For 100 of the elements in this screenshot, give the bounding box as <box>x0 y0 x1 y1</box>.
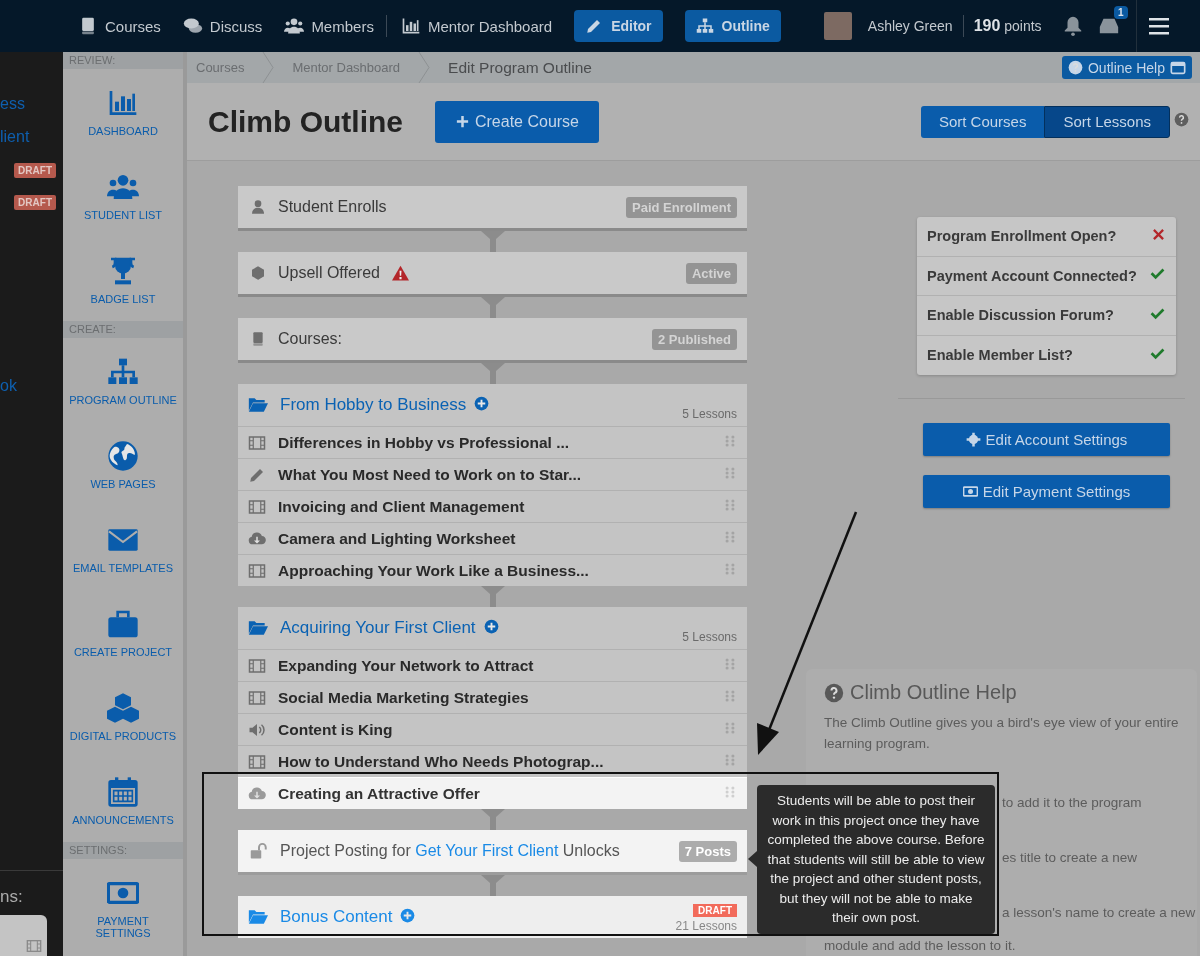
cube-icon <box>250 265 266 281</box>
banknote-icon <box>962 484 978 499</box>
film-icon <box>248 561 266 580</box>
lesson-count: 21 Lessons <box>675 919 737 933</box>
step-title: Upsell Offered <box>278 264 380 282</box>
help-text: module and add the lesson to it. <box>824 937 1017 955</box>
step-title: Project Posting for Get Your First Client Unlocks <box>280 842 620 860</box>
sort-button[interactable]: Sort Lessons <box>1044 105 1170 138</box>
sidebar-item[interactable]: ANNOUNCEMENTS <box>63 758 183 842</box>
draft-badge: DRAFT <box>14 163 56 178</box>
section-label: ns: <box>0 887 24 907</box>
user-name[interactable]: Ashley Green <box>867 18 953 34</box>
checklist-label: Enable Member List? <box>927 347 1073 364</box>
cubes-icon <box>107 692 139 724</box>
lesson-row[interactable]: Creating an Attractive Offer <box>238 777 747 809</box>
drag-handle-icon[interactable] <box>723 497 737 512</box>
course-link[interactable]: ess <box>0 94 63 114</box>
sitemap-icon <box>695 17 714 35</box>
status-badge: Active <box>685 262 737 284</box>
help-title: Climb Outline Help <box>850 681 1017 704</box>
lesson-title: Invoicing and Client Management <box>278 497 525 516</box>
lesson-count: 5 Lessons <box>682 630 737 644</box>
sidebar-item[interactable]: DASHBOARD <box>63 69 183 153</box>
nav-link[interactable]: Members <box>284 16 374 36</box>
page-title: Climb Outline <box>208 104 403 139</box>
help-text: to add it to the program <box>1002 794 1142 812</box>
course-title[interactable]: Bonus Content <box>280 907 393 927</box>
course-link[interactable]: lient <box>0 127 63 147</box>
drag-handle-icon[interactable] <box>723 561 737 576</box>
film-icon <box>248 497 266 516</box>
lesson-title: Content is King <box>278 720 393 739</box>
mode-button[interactable]: Outline <box>684 10 781 42</box>
draft-badge: DRAFT <box>693 904 737 917</box>
drag-handle-icon[interactable] <box>723 465 737 480</box>
drag-handle-icon[interactable] <box>723 688 737 703</box>
calendar-icon <box>107 776 139 808</box>
help-text: a lesson's name to create a new <box>1002 904 1196 922</box>
chevron-icon <box>262 52 275 83</box>
plus-icon <box>454 114 470 129</box>
settings-button[interactable]: Edit Payment Settings <box>923 475 1170 508</box>
folder-icon <box>248 618 268 638</box>
lesson-title: Expanding Your Network to Attract <box>278 656 534 675</box>
bar-chart-icon <box>400 16 421 36</box>
plus-circle-icon[interactable] <box>474 395 490 411</box>
sidebar-item[interactable]: WEB PAGES <box>63 422 183 506</box>
step-title: Courses: <box>278 330 343 348</box>
checklist-label: Enable Discussion Forum? <box>927 307 1114 324</box>
sidebar-item[interactable]: PROGRAM OUTLINE <box>63 338 183 422</box>
sidebar-item[interactable]: CREATE PROJECT <box>63 590 183 674</box>
folder-icon <box>248 395 268 415</box>
course-link[interactable]: Get Your First Client <box>415 842 559 859</box>
posts-badge: 7 Posts <box>678 840 737 862</box>
help-icon[interactable] <box>1174 112 1189 127</box>
gear-icon <box>965 432 981 447</box>
course-link[interactable]: ok <box>0 376 63 396</box>
sidebar-item[interactable]: EMAIL TEMPLATES <box>63 506 183 590</box>
unlock-icon <box>250 842 268 860</box>
lesson-title: Approaching Your Work Like a Business... <box>278 561 589 580</box>
tooltip: Students will be able to post their work in this project once they have completed the above course. Before that students will still be able to view the project and other student posts, but they will not be able to make their own post. <box>757 785 995 934</box>
create-course-button[interactable]: Create Course <box>435 100 599 143</box>
drag-handle-icon[interactable] <box>723 784 737 799</box>
course-title[interactable]: Acquiring Your First Client <box>280 618 476 638</box>
drag-handle-icon[interactable] <box>723 433 737 448</box>
help-text: The Climb Outline gives you a bird's eye view of your entire learning program. <box>824 714 1179 753</box>
course-title[interactable]: From Hobby to Business <box>280 395 467 415</box>
outline-help-button[interactable]: Outline Help <box>1061 56 1192 79</box>
nav-link[interactable]: Mentor Dashboard <box>400 16 553 36</box>
sidebar-item[interactable]: DIGITAL PRODUCTS <box>63 674 183 758</box>
plus-circle-icon[interactable] <box>400 907 416 923</box>
lesson-card[interactable] <box>0 915 47 956</box>
checklist-label: Payment Account Connected? <box>927 267 1137 284</box>
nav-link[interactable]: Courses <box>78 16 161 36</box>
lesson-title: How to Understand Who Needs Photograp... <box>278 752 604 771</box>
drag-handle-icon[interactable] <box>723 656 737 671</box>
status-badge: Paid Enrollment <box>626 196 737 218</box>
avatar-photo[interactable] <box>823 12 852 40</box>
points-count: 190 points <box>973 17 1042 35</box>
film-icon <box>26 938 42 954</box>
mode-button[interactable]: Editor <box>574 10 663 42</box>
globe-icon <box>107 440 139 472</box>
checklist-label: Program Enrollment Open? <box>927 228 1117 245</box>
window-icon <box>1170 59 1186 76</box>
sidebar-item[interactable]: PAYMENT SETTINGS <box>63 859 183 943</box>
drag-handle-icon[interactable] <box>723 529 737 544</box>
help-text: es title to create a new <box>1002 849 1138 867</box>
status-badge: 2 Published <box>652 328 737 350</box>
lesson-count: 5 Lessons <box>682 407 737 421</box>
film-icon <box>248 433 266 452</box>
drag-handle-icon[interactable] <box>723 720 737 735</box>
notification-badge: 1 <box>1114 6 1128 19</box>
sort-button[interactable]: Sort Courses <box>920 105 1045 138</box>
plus-circle-icon[interactable] <box>483 618 499 634</box>
lesson-title: Differences in Hobby vs Professional ... <box>278 433 570 452</box>
film-icon <box>248 688 266 707</box>
nav-link[interactable]: Discuss <box>182 16 263 36</box>
sidebar-item[interactable]: STUDENT LIST <box>63 153 183 237</box>
settings-button[interactable]: Edit Account Settings <box>923 423 1170 456</box>
sidebar-item[interactable]: BADGE LIST <box>63 237 183 321</box>
drag-handle-icon[interactable] <box>723 752 737 767</box>
briefcase-icon <box>107 608 139 640</box>
